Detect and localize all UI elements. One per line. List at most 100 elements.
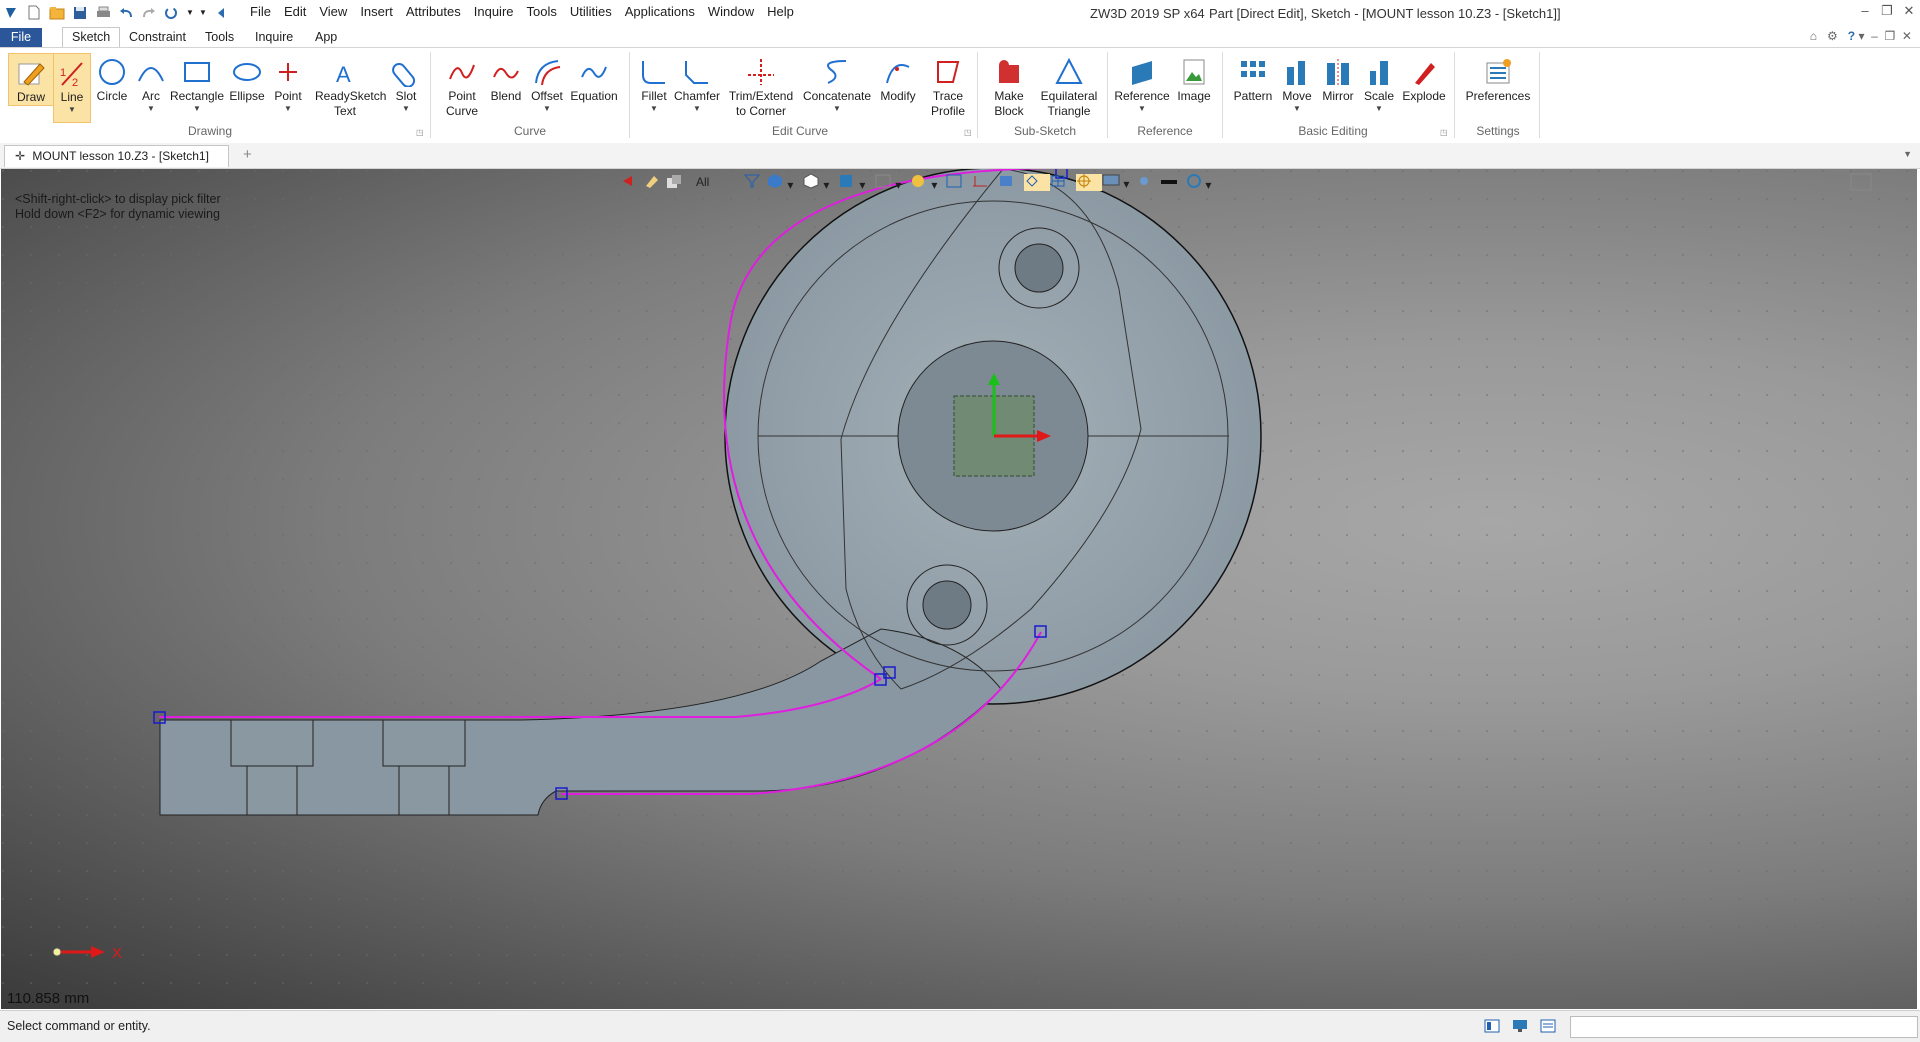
trim-extend-button[interactable]: Trim/Extend to Corner [724, 53, 798, 119]
sketch-plane-icon[interactable] [972, 174, 998, 191]
color-dot-icon[interactable] [1138, 175, 1160, 190]
funnel-icon[interactable] [743, 174, 766, 191]
align-view-icon[interactable] [998, 174, 1024, 191]
redo-icon[interactable] [140, 4, 158, 22]
circle-button[interactable]: Circle [93, 53, 131, 104]
line-style-icon[interactable] [1160, 175, 1186, 189]
eraser-icon[interactable] [644, 174, 666, 191]
pick-filter-value[interactable]: All [696, 175, 744, 189]
tab-file[interactable]: File [0, 28, 42, 47]
mirror-button[interactable]: Mirror [1318, 53, 1358, 104]
zoom-window-icon[interactable] [946, 174, 972, 191]
monitor-icon[interactable]: ▾ [1102, 174, 1138, 191]
render-icon[interactable]: ▾ [910, 173, 946, 192]
document-tab[interactable]: ✛ MOUNT lesson 10.Z3 - [Sketch1] ✕ [4, 145, 229, 184]
fillet-button[interactable]: Fillet ▼ [636, 53, 672, 113]
make-block-label: Make Block [994, 89, 1024, 118]
tab-list-icon[interactable]: ▼ [1903, 149, 1912, 159]
snap-toggle-icon[interactable] [1024, 173, 1050, 191]
chevron-down-icon[interactable]: ▼ [186, 4, 194, 22]
new-file-icon[interactable] [25, 4, 43, 22]
tab-tools[interactable]: Tools [196, 28, 243, 47]
trace-profile-button[interactable]: Trace Profile [924, 53, 972, 119]
settings-wheel-icon[interactable]: ▾ [1186, 173, 1216, 192]
menu-edit[interactable]: Edit [284, 4, 306, 19]
reference-button[interactable]: Reference ▼ [1114, 53, 1170, 113]
readysketch-text-button[interactable]: A ReadySketch Text [308, 53, 386, 119]
graphics-viewport[interactable]: <Shift-right-click> to display pick filt… [1, 169, 1917, 1009]
sketch-canvas [1, 169, 1917, 1009]
preferences-button[interactable]: Preferences [1462, 53, 1534, 104]
app-icon[interactable] [2, 4, 20, 22]
menu-insert[interactable]: Insert [360, 4, 393, 19]
make-block-button[interactable]: Make Block [986, 53, 1032, 119]
circle-icon [99, 59, 125, 85]
blend-button[interactable]: Blend [487, 53, 525, 104]
section-view-icon[interactable]: ▾ [874, 173, 910, 192]
point-curve-button[interactable]: Point Curve [438, 53, 486, 119]
arc-button[interactable]: Arc ▼ [136, 53, 166, 113]
tab-inquire[interactable]: Inquire [246, 28, 302, 47]
print-icon[interactable] [94, 4, 112, 22]
status-screen-icon[interactable] [1512, 1019, 1528, 1033]
menu-attributes[interactable]: Attributes [406, 4, 461, 19]
equilateral-triangle-button[interactable]: Equilateral Triangle [1036, 53, 1102, 119]
restore-button[interactable]: ❐ [1876, 3, 1898, 19]
pattern-button[interactable]: Pattern [1230, 53, 1276, 104]
draw-button[interactable]: Draw [8, 53, 54, 106]
chamfer-button[interactable]: Chamfer ▼ [674, 53, 720, 113]
undo-icon[interactable] [117, 4, 135, 22]
menu-tools[interactable]: Tools [527, 4, 557, 19]
basic-editing-dialog-launcher-icon[interactable]: ◳ [1440, 128, 1448, 137]
move-button[interactable]: Move ▼ [1279, 53, 1315, 113]
menu-window[interactable]: Window [708, 4, 754, 19]
point-curve-label: Point Curve [445, 89, 478, 118]
explode-button[interactable]: Explode [1401, 53, 1447, 104]
menu-applications[interactable]: Applications [625, 4, 695, 19]
drawing-dialog-launcher-icon[interactable]: ◳ [416, 128, 424, 137]
line-button[interactable]: 12 Line ▼ [53, 53, 91, 123]
display-mode-icon[interactable]: ▾ [838, 173, 874, 192]
menu-file[interactable]: File [250, 4, 271, 19]
minimize-button[interactable]: – [1854, 3, 1876, 19]
shade-mode-icon[interactable]: ▾ [802, 172, 838, 192]
save-icon[interactable] [71, 4, 89, 22]
menu-help[interactable]: Help [767, 4, 794, 19]
filter-icon[interactable] [666, 174, 696, 191]
slot-button[interactable]: Slot ▼ [386, 53, 426, 113]
ellipse-button[interactable]: Ellipse [228, 53, 266, 104]
open-folder-icon[interactable] [48, 4, 66, 22]
blend-icon [493, 67, 519, 79]
menu-view[interactable]: View [319, 4, 347, 19]
back-arrow-icon[interactable] [212, 4, 230, 22]
rectangle-button[interactable]: Rectangle ▼ [169, 53, 225, 113]
status-view-icon[interactable] [1484, 1019, 1500, 1033]
modify-button[interactable]: Modify [876, 53, 920, 104]
exit-sketch-icon[interactable] [622, 175, 644, 190]
menu-inquire[interactable]: Inquire [474, 4, 514, 19]
counterbore-2 [382, 719, 466, 767]
ribbon-options-icons[interactable]: ⌂ ⚙ ? ▾ – ❐ ✕ [1810, 29, 1912, 43]
repeat-command-icon[interactable] [163, 4, 181, 22]
tab-constraint[interactable]: Constraint [120, 28, 195, 47]
scale-button[interactable]: Scale ▼ [1361, 53, 1397, 113]
close-button[interactable]: ✕ [1898, 3, 1920, 19]
offset-button[interactable]: Offset ▼ [528, 53, 566, 113]
view-cube-icon[interactable]: ▾ [766, 173, 802, 192]
image-button[interactable]: Image [1173, 53, 1215, 104]
bore-1 [246, 765, 298, 816]
customize-toolbar-icon[interactable]: ▼ [199, 4, 207, 22]
edit-curve-dialog-launcher-icon[interactable]: ◳ [964, 128, 972, 137]
menu-utilities[interactable]: Utilities [570, 4, 612, 19]
target-snap-icon[interactable] [1076, 173, 1102, 191]
concatenate-button[interactable]: Concatenate ▼ [802, 53, 872, 113]
point-button[interactable]: Point ▼ [270, 53, 306, 113]
tab-sketch[interactable]: Sketch [62, 27, 121, 48]
tab-app[interactable]: App [306, 28, 346, 47]
grid-toggle-icon[interactable] [1050, 174, 1076, 191]
equation-button[interactable]: Equation [569, 53, 619, 104]
status-list-icon[interactable] [1540, 1019, 1556, 1033]
command-input[interactable] [1570, 1016, 1918, 1038]
new-tab-icon[interactable]: + [243, 146, 252, 163]
svg-text:1: 1 [60, 67, 66, 79]
